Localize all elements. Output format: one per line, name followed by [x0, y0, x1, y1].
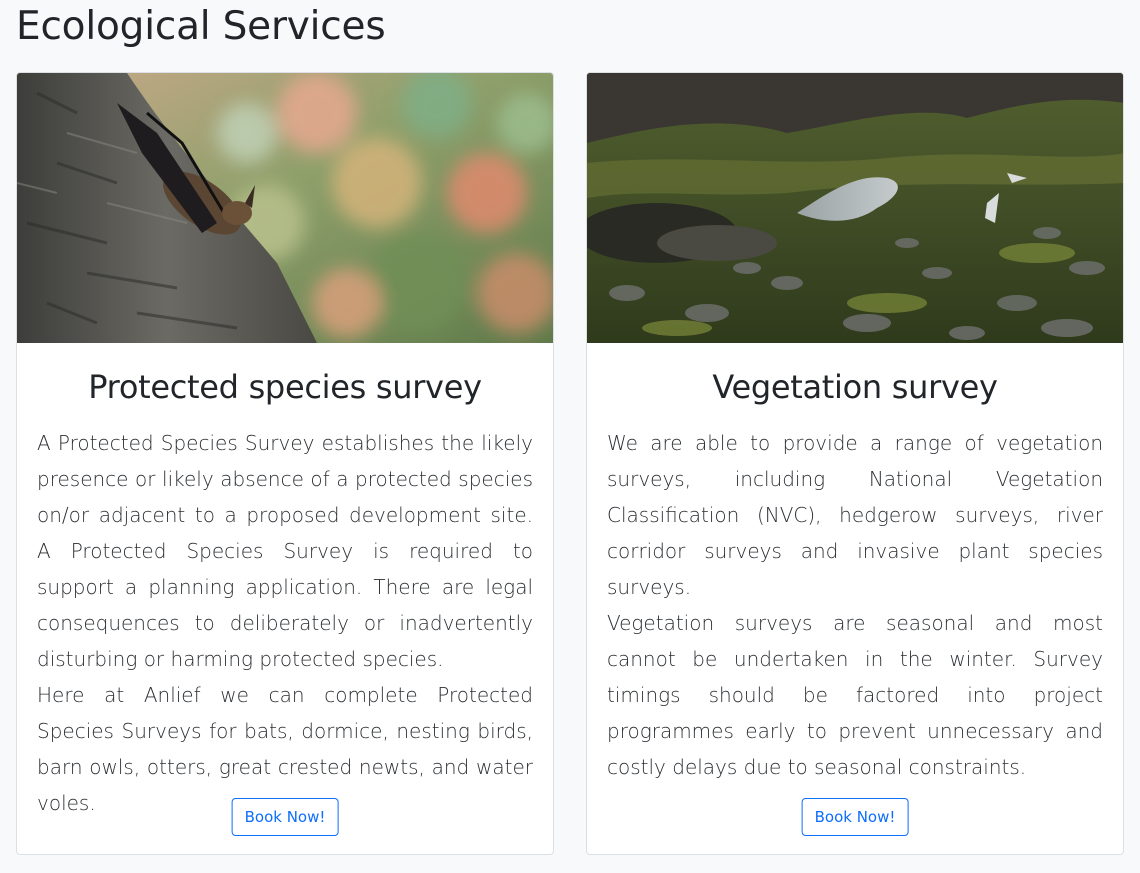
card-paragraph: We are able to provide a range of vegeta… — [607, 431, 1103, 599]
upland-moorland-pool-photo — [587, 73, 1123, 343]
card-title: Vegetation survey — [712, 368, 998, 406]
book-now-button[interactable]: Book Now! — [231, 798, 339, 836]
card-title: Protected species survey — [88, 368, 482, 406]
card-description: We are able to provide a range of vegeta… — [607, 425, 1103, 785]
service-card-vegetation: Vegetation survey We are able to provide… — [586, 72, 1124, 855]
page: Ecological Services Protected species su… — [0, 0, 1140, 873]
bat-on-tree-photo — [17, 73, 553, 343]
card-paragraph: Vegetation surveys are seasonal and most… — [607, 611, 1103, 779]
page-title: Ecological Services — [16, 4, 386, 49]
book-now-button[interactable]: Book Now! — [801, 798, 909, 836]
card-paragraph: A Protected Species Survey establishes t… — [37, 431, 533, 671]
card-description: A Protected Species Survey establishes t… — [37, 425, 533, 821]
service-card-protected-species: Protected species survey A Protected Spe… — [16, 72, 554, 855]
